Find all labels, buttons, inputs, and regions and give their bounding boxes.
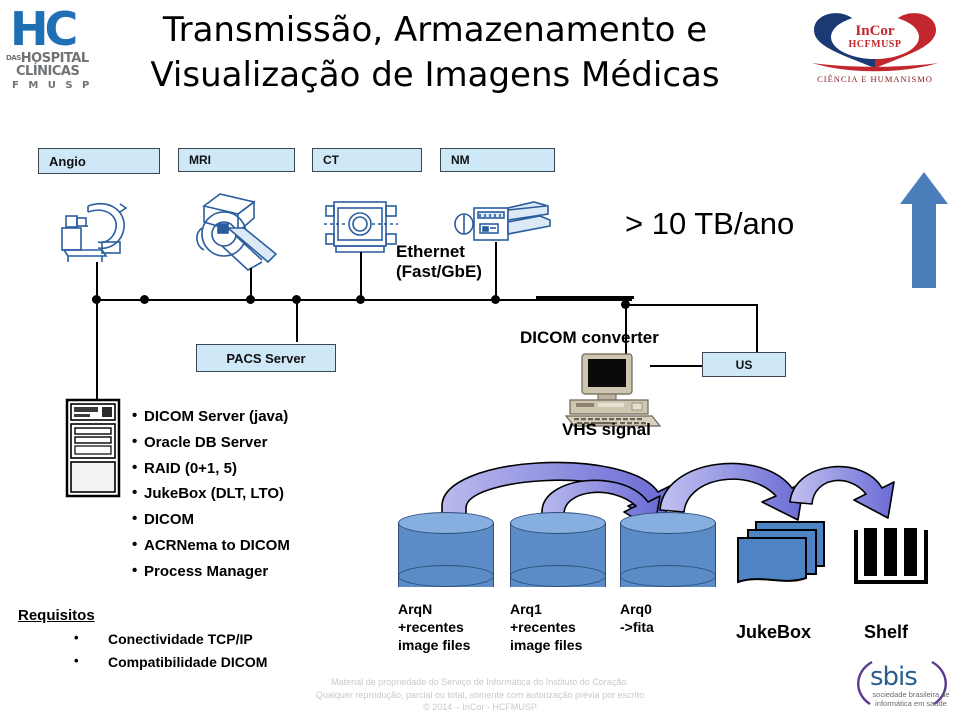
footer-copyright: Material de propriedade do Serviço de In… xyxy=(0,676,960,714)
footer-line-1: Material de propriedade do Serviço de In… xyxy=(331,677,629,687)
cylinder-line3: image files xyxy=(510,637,583,653)
desktop-computer-icon xyxy=(564,353,662,427)
modality-label: MRI xyxy=(189,153,211,167)
storage-cylinder-arq1: Arq1 +recentes image files xyxy=(510,512,606,653)
ethernet-label: Ethernet (Fast/GbE) xyxy=(396,242,482,282)
requirements-title: Requisitos xyxy=(18,607,95,624)
cylinder-top xyxy=(510,512,606,534)
mri-scanner-icon xyxy=(196,193,278,271)
modality-label: Angio xyxy=(49,153,86,169)
storage-cylinder-arqn: ArqN +recentes image files xyxy=(398,512,494,653)
capacity-note: > 10 TB/ano xyxy=(625,206,795,241)
modality-label: CT xyxy=(323,153,339,167)
cylinder-top xyxy=(620,512,716,534)
growth-up-arrow-icon xyxy=(900,172,948,288)
network-node-dot xyxy=(356,295,365,304)
cylinder-name: Arq1 xyxy=(510,601,542,617)
network-node-dot xyxy=(491,295,500,304)
network-node-dot xyxy=(292,295,301,304)
cylinder-bottom xyxy=(398,565,494,587)
modality-box-nm[interactable]: NM xyxy=(440,148,555,172)
cylinder-label: ArqN +recentes image files xyxy=(398,600,518,654)
incor-sub: HCFMUSP xyxy=(848,39,902,50)
slide-title: Transmissão, Armazenamento e Visualizaçã… xyxy=(110,8,760,98)
hc-line-clinicas: CLÍNICAS xyxy=(16,64,80,79)
title-line-2: Visualização de Imagens Médicas xyxy=(150,55,720,95)
list-item: Process Manager xyxy=(132,558,432,585)
pacs-server-label: PACS Server xyxy=(226,350,306,366)
jukebox-icon xyxy=(737,521,825,584)
cylinder-bottom xyxy=(510,565,606,587)
network-node-dot xyxy=(621,300,630,309)
network-bus-segment xyxy=(536,296,634,299)
server-rack-icon xyxy=(65,398,121,498)
modality-box-angio[interactable]: Angio xyxy=(38,148,160,174)
footer-line-3: © 2014 – InCor - HCFMUSP xyxy=(423,702,537,712)
ct-scanner-icon xyxy=(324,201,398,253)
list-item: RAID (0+1, 5) xyxy=(132,455,432,482)
cylinder-line3: image files xyxy=(398,637,471,653)
network-bus-segment-right xyxy=(628,304,758,306)
network-node-dot xyxy=(92,295,101,304)
cylinder-bottom xyxy=(620,565,716,587)
footer-line-2: Qualquer reprodução, parcial ou total, s… xyxy=(315,689,645,700)
shelf-icon xyxy=(854,528,928,584)
modality-box-ct[interactable]: CT xyxy=(312,148,422,172)
drop-to-pacs-server xyxy=(296,300,298,342)
us-label: US xyxy=(735,357,753,372)
jukebox-label: JukeBox xyxy=(736,622,812,642)
cylinder-line2: +recentes xyxy=(398,619,464,635)
incor-tagline: CIÊNCIA E HUMANISMO xyxy=(817,74,933,84)
ethernet-line-2: (Fast/GbE) xyxy=(396,262,482,281)
hc-monogram: HC xyxy=(10,2,78,56)
shelf-label: Shelf xyxy=(864,622,909,642)
list-item: Conectividade TCP/IP xyxy=(60,626,360,651)
us-box[interactable]: US xyxy=(702,352,786,377)
list-item: ACRNema to DICOM xyxy=(132,532,432,559)
storage-cylinder-arq0: Arq0 ->fita xyxy=(620,512,716,635)
list-item: JukeBox (DLT, LTO) xyxy=(132,480,432,507)
list-item: Compatibilidade DICOM xyxy=(60,649,360,674)
list-item: DICOM Server (java) xyxy=(132,403,432,430)
hc-das-text: DAS xyxy=(6,54,21,62)
dicom-converter-label: DICOM converter xyxy=(520,328,659,347)
cylinder-label: Arq0 ->fita xyxy=(620,600,740,636)
network-node-dot xyxy=(246,295,255,304)
us-connector-line xyxy=(650,365,702,367)
modality-label: NM xyxy=(451,153,470,167)
cylinder-label: Arq1 +recentes image files xyxy=(510,600,630,654)
modality-box-mri[interactable]: MRI xyxy=(178,148,295,172)
pacs-server-box[interactable]: PACS Server xyxy=(196,344,336,372)
ethernet-line-1: Ethernet xyxy=(396,242,465,261)
server-features-list: DICOM Server (java) Oracle DB Server RAI… xyxy=(132,403,432,585)
list-item: Oracle DB Server xyxy=(132,429,432,456)
cylinder-top xyxy=(398,512,494,534)
cylinder-name: ArqN xyxy=(398,601,433,617)
drop-to-server-rack xyxy=(96,300,98,400)
title-line-1: Transmissão, Armazenamento e xyxy=(162,10,708,50)
drop-nm xyxy=(495,242,497,302)
vhs-signal-label: VHS signal xyxy=(562,420,651,439)
angio-c-arm-icon xyxy=(61,203,128,262)
incor-logo: InCor HCFMUSP CIÊNCIA E HUMANISMO xyxy=(800,6,950,84)
hc-logo: HC DASHOSPITAL CLÍNICAS F M U S P xyxy=(6,6,98,111)
incor-name: InCor xyxy=(855,23,895,39)
cylinder-line2: +recentes xyxy=(510,619,576,635)
cylinder-name: Arq0 xyxy=(620,601,652,617)
network-node-dot xyxy=(140,295,149,304)
cylinder-line2: ->fita xyxy=(620,619,654,635)
requirements-list: Conectividade TCP/IP Compatibilidade DIC… xyxy=(60,626,360,674)
list-item: DICOM xyxy=(132,506,432,533)
slide-canvas: HC DASHOSPITAL CLÍNICAS F M U S P Transm… xyxy=(0,0,960,723)
hc-line-fmusp: F M U S P xyxy=(12,80,93,91)
